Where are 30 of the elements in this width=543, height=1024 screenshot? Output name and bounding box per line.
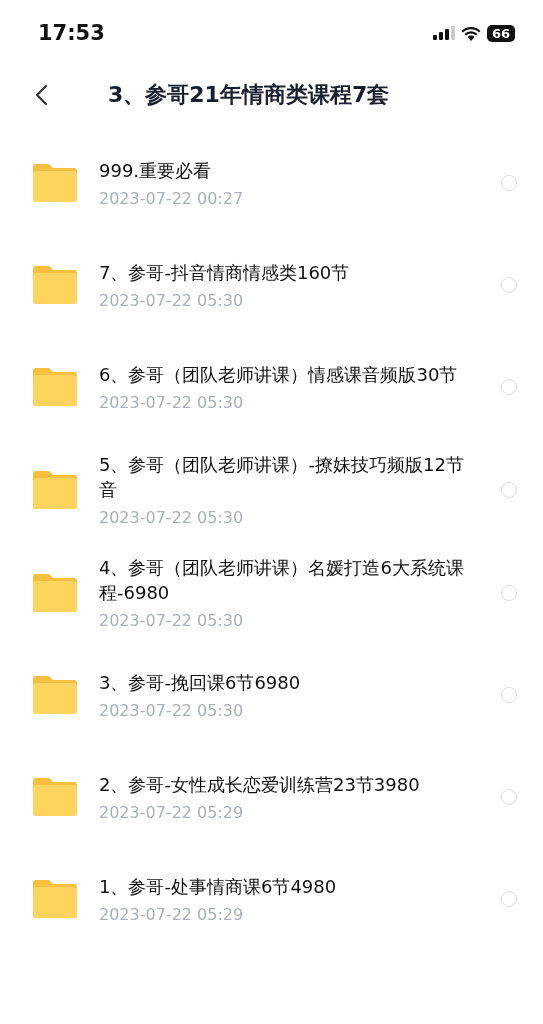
- modified-date: 2023-07-22 05:29: [99, 905, 245, 924]
- folder-icon[interactable]: [33, 470, 77, 509]
- folder-name[interactable]: 2、参哥-女性成长恋爱训练营23节3980: [99, 772, 479, 797]
- folder-icon[interactable]: [33, 266, 77, 304]
- folder-icon[interactable]: [33, 573, 77, 612]
- page-title: 3、参哥21年情商类课程7套: [108, 81, 390, 109]
- folder-icon[interactable]: [33, 676, 77, 714]
- folder-icon[interactable]: [33, 164, 77, 202]
- status-time: 17:53: [38, 21, 105, 45]
- folder-icon[interactable]: [33, 368, 77, 406]
- folder-name[interactable]: 6、参哥（团队老师讲课）情感课音频版30节: [99, 362, 479, 387]
- modified-date: 2023-07-22 05:30: [99, 393, 245, 412]
- back-icon[interactable]: [34, 84, 48, 106]
- folder-name[interactable]: 1、参哥-处事情商课6节4980: [99, 874, 479, 899]
- folder-name[interactable]: 3、参哥-挽回课6节6980: [99, 670, 479, 695]
- modified-date: 2023-07-22 05:30: [99, 701, 245, 720]
- signal-icon: [432, 26, 455, 40]
- modified-date: 2023-07-22 00:27: [99, 189, 245, 208]
- modified-date: 2023-07-22 05:30: [99, 508, 245, 527]
- folder-icon[interactable]: [33, 778, 77, 816]
- modified-date: 2023-07-22 05:30: [99, 611, 245, 630]
- modified-date: 2023-07-22 05:30: [99, 291, 245, 310]
- battery-indicator: 66: [486, 24, 515, 42]
- modified-date: 2023-07-22 05:29: [99, 803, 245, 822]
- folder-name[interactable]: 999.重要必看: [99, 158, 479, 183]
- folder-name[interactable]: 4、参哥（团队老师讲课）名媛打造6大系统课程-6980: [99, 555, 479, 605]
- folder-name[interactable]: 5、参哥（团队老师讲课）-撩妹技巧频版12节音: [99, 452, 479, 502]
- folder-name[interactable]: 7、参哥-抖音情商情感类160节: [99, 260, 479, 285]
- wifi-icon: [460, 25, 481, 41]
- folder-icon[interactable]: [33, 880, 77, 918]
